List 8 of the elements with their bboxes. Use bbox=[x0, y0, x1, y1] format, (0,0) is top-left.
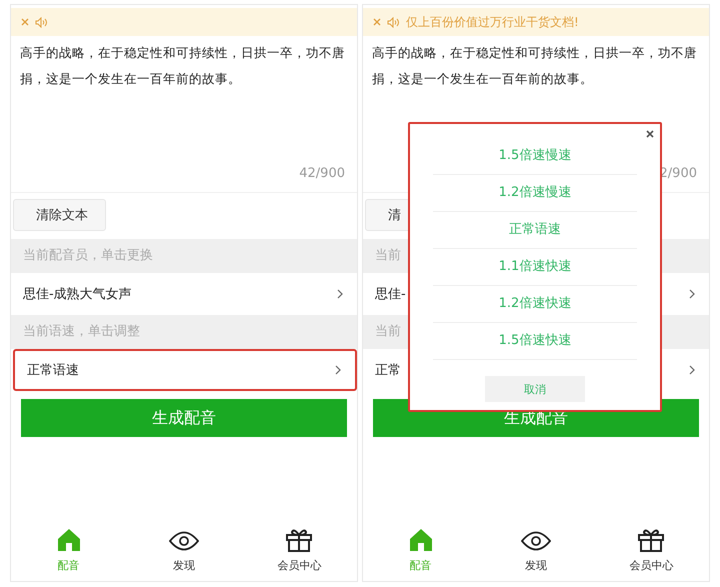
notice-text: 仅上百份价值过万行业干货文档! bbox=[406, 14, 579, 30]
voice-name: 思佳-成熟大气女声 bbox=[23, 286, 132, 303]
speed-hint: 当前语速，单击调整 bbox=[11, 315, 357, 349]
character-count: 42/900 bbox=[11, 166, 357, 193]
voice-hint: 当前配音员，单击更换 bbox=[11, 239, 357, 273]
speed-name: 正常 bbox=[375, 362, 401, 379]
voice-name: 思佳- bbox=[375, 286, 406, 303]
speed-name: 正常语速 bbox=[27, 362, 79, 379]
